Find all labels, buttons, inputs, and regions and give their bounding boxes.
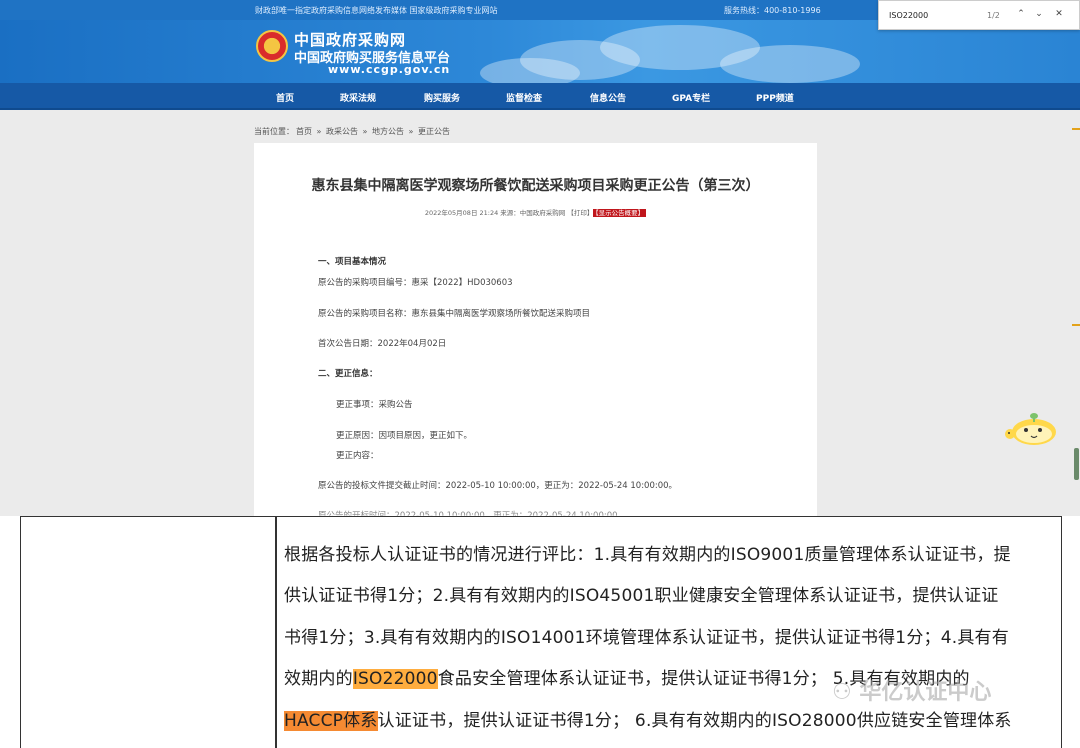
find-previous-icon[interactable]: ⌃: [1015, 9, 1027, 19]
breadcrumb-separator: »: [362, 127, 368, 136]
breadcrumb-item-notices[interactable]: 政采公告: [326, 127, 358, 136]
service-hotline: 服务热线：400-810-1996: [724, 6, 821, 15]
find-input[interactable]: ISO22000: [889, 11, 928, 20]
criteria-text: 效期内的: [284, 669, 353, 689]
scroll-marker: [1072, 128, 1080, 130]
highlight-iso22000: ISO22000: [352, 669, 438, 689]
nav-item-regulations[interactable]: 政采法规: [340, 91, 376, 104]
breadcrumb-item-home[interactable]: 首页: [296, 127, 312, 136]
nav-item-purchase-service[interactable]: 购买服务: [424, 91, 460, 104]
criteria-line: 根据各投标人认证证书的情况进行评比：1.具有有效期内的ISO9001质量管理体系…: [284, 545, 1011, 565]
national-emblem-icon: [256, 30, 288, 62]
breadcrumb: 当前位置： 首页 » 政采公告 » 地方公告 » 更正公告: [254, 126, 452, 137]
criteria-line: 书得1分；3.具有有效期内的ISO14001环境管理体系认证证书，提供认证证书得…: [284, 628, 1009, 648]
notice-line: 更正事项：采购公告: [336, 400, 413, 410]
notice-line: 原公告的投标文件提交截止时间：2022-05-10 10:00:00，更正为：2…: [318, 481, 678, 491]
criteria-line: HACCP体系认证证书，提供认证证书得1分； 6.具有有效期内的ISO28000…: [284, 706, 1012, 731]
wechat-icon: ⚇: [832, 680, 860, 705]
breadcrumb-separator: »: [408, 127, 414, 136]
notice-line: 原公告的采购项目名称：惠东县集中隔离医学观察场所餐饮配送采购项目: [318, 309, 591, 319]
find-match-count: 1/2: [987, 11, 1000, 20]
find-in-page-bar: ISO22000 1/2 ⌃ ⌄ ✕: [878, 0, 1080, 30]
breadcrumb-separator: »: [316, 127, 322, 136]
nav-item-announcements[interactable]: 信息公告: [590, 91, 626, 104]
notice-meta-text: 2022年05月08日 21:24 来源：中国政府采购网 【打印】: [424, 209, 594, 217]
breadcrumb-item-local[interactable]: 地方公告: [372, 127, 404, 136]
notice-line: 更正原因：因项目原因，更正如下。: [336, 431, 473, 441]
table-column-divider: [275, 516, 277, 748]
notice-title: 惠东县集中隔离医学观察场所餐饮配送采购项目采购更正公告（第三次）: [311, 178, 760, 194]
breadcrumb-item-correction[interactable]: 更正公告: [418, 127, 450, 136]
show-summary-button[interactable]: 【显示公告概要】: [593, 209, 647, 217]
notice-line: 首次公告日期：2022年04月02日: [318, 339, 447, 349]
scroll-marker: [1072, 324, 1080, 326]
nav-item-home[interactable]: 首页: [276, 91, 294, 104]
watermark-text: 华亿认证中心: [859, 680, 992, 705]
section-heading: 一、项目基本情况: [318, 257, 387, 267]
breadcrumb-label: 当前位置：: [254, 127, 294, 136]
notice-meta: 2022年05月08日 21:24 来源：中国政府采购网 【打印】 【显示公告概要…: [254, 207, 817, 217]
find-next-icon[interactable]: ⌄: [1033, 9, 1045, 19]
mascot-icon[interactable]: [1004, 408, 1058, 446]
logo-url: www.ccgp.gov.cn: [328, 63, 451, 76]
scrollbar-thumb[interactable]: [1074, 448, 1079, 480]
find-close-icon[interactable]: ✕: [1053, 9, 1065, 19]
watermark: ⚇ 华亿认证中心: [832, 674, 991, 706]
main-nav: 首页 政采法规 购买服务 监督检查 信息公告 GPA专栏 PPP频道: [0, 83, 1080, 110]
criteria-text: 认证证书，提供认证证书得1分； 6.具有有效期内的ISO28000供应链安全管理…: [377, 711, 1012, 731]
site-slogan: 财政部唯一指定政府采购信息网络发布媒体 国家级政府采购专业网站: [255, 6, 498, 15]
highlight-haccp: HACCP体系: [284, 711, 378, 731]
nav-item-gpa[interactable]: GPA专栏: [672, 91, 710, 104]
nav-item-ppp[interactable]: PPP频道: [756, 91, 794, 104]
section-heading: 二、更正信息：: [318, 369, 378, 379]
notice-card: 惠东县集中隔离医学观察场所餐饮配送采购项目采购更正公告（第三次） 2022年05…: [254, 143, 817, 516]
notice-line: 更正内容：: [336, 451, 379, 461]
notice-line: 原公告的采购项目编号：惠采【2022】HD030603: [318, 278, 513, 288]
criteria-line: 供认证证书得1分；2.具有有效期内的ISO45001职业健康安全管理体系认证证书…: [284, 586, 999, 606]
nav-item-supervision[interactable]: 监督检查: [506, 91, 542, 104]
